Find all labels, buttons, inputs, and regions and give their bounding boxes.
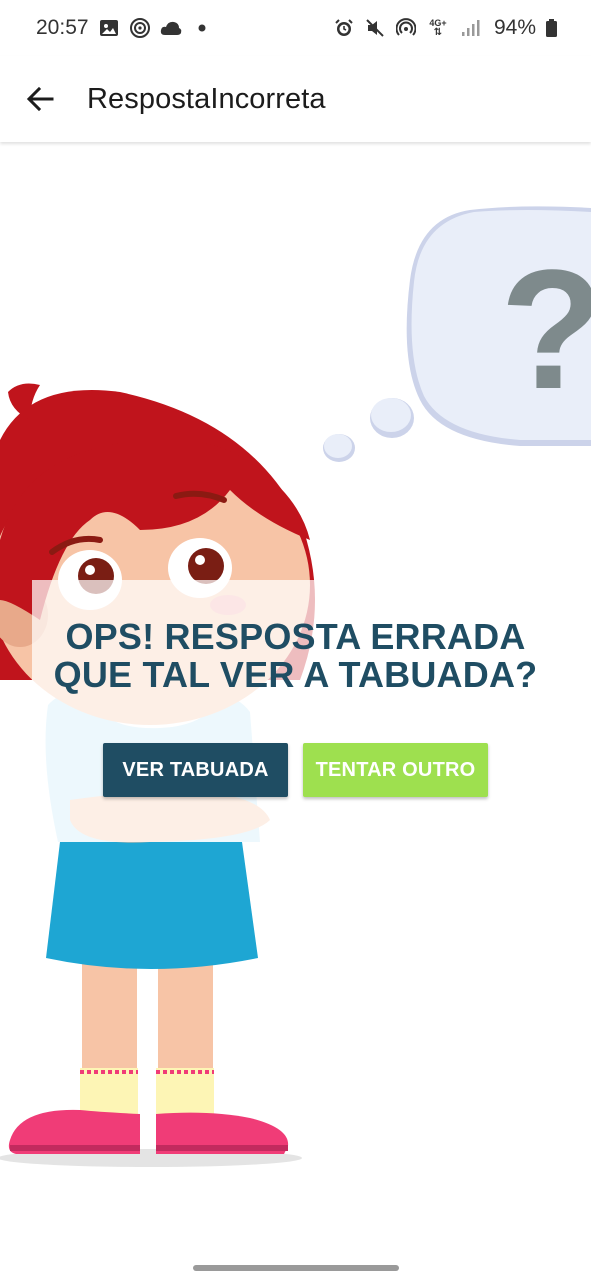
status-left: 20:57 [36, 16, 213, 40]
thought-bubble: ? [323, 206, 591, 462]
dot-icon [191, 17, 213, 39]
home-indicator[interactable] [193, 1265, 399, 1271]
app-bar: RespostaIncorreta [0, 56, 591, 142]
hotspot-icon [395, 17, 417, 39]
try-another-button[interactable]: TENTAR OUTRO [303, 743, 488, 797]
message-line-2: QUE TAL VER A TABUADA? [53, 654, 538, 695]
fingerprint-ring-icon [129, 17, 151, 39]
shoes [8, 1109, 289, 1154]
status-right: 4G+ ⇅ 94% [333, 16, 557, 40]
battery-percent: 94% [493, 16, 536, 39]
message-line-1: OPS! RESPOSTA ERRADA [65, 616, 526, 657]
signal-icon [459, 17, 481, 39]
skirt [46, 842, 258, 969]
cloud-icon [160, 17, 182, 39]
status-bar: 20:57 4G+ ⇅ 94% [0, 0, 591, 56]
back-button[interactable] [20, 79, 60, 119]
4g-icon: 4G+ ⇅ [429, 18, 447, 38]
legs [80, 960, 214, 1124]
mute-icon [364, 17, 386, 39]
battery-icon [545, 17, 557, 39]
page-title: RespostaIncorreta [87, 82, 326, 115]
arrow-left-icon [26, 86, 54, 112]
image-icon [98, 17, 120, 39]
status-time: 20:57 [36, 16, 89, 39]
alarm-icon [333, 17, 355, 39]
question-mark-icon: ? [500, 235, 591, 425]
view-table-button[interactable]: VER TABUADA [103, 743, 288, 797]
error-message: OPS! RESPOSTA ERRADA QUE TAL VER A TABUA… [0, 618, 591, 694]
